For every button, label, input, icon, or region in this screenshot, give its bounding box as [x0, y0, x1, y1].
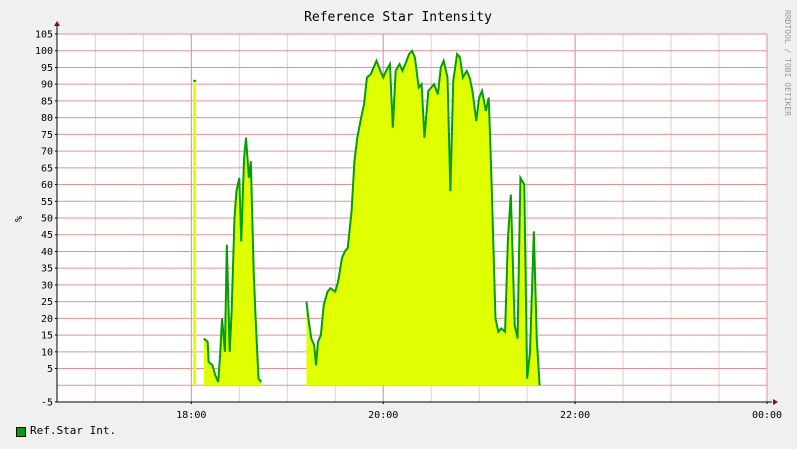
y-tick-label: 75 — [41, 130, 53, 141]
y-tick-labels: 1051009590858075706560555045403530252015… — [35, 30, 57, 409]
area-segment — [193, 80, 197, 386]
x-tick-label: 22:00 — [560, 410, 590, 421]
x-tick-labels: 18:00 20:00 22:00 00:00 — [176, 402, 782, 421]
y-tick-label: 5 — [47, 364, 53, 375]
y-tick-label: 60 — [41, 180, 53, 191]
y-tick-label: 40 — [41, 247, 53, 258]
chart-title: Reference Star Intensity — [304, 10, 492, 25]
y-tick-label: 50 — [41, 214, 53, 225]
y-tick-label: 65 — [41, 163, 53, 174]
y-tick-label: 105 — [35, 30, 53, 41]
x-tick-label: 20:00 — [368, 410, 398, 421]
y-tick-label: 55 — [41, 197, 53, 208]
y-tick-label: 80 — [41, 113, 53, 124]
x-tick-label: 18:00 — [176, 410, 206, 421]
y-tick-label: 85 — [41, 96, 53, 107]
x-tick-label: 00:00 — [752, 410, 782, 421]
y-tick-label: 30 — [41, 280, 53, 291]
legend-label: Ref.Star Int. — [30, 424, 117, 437]
rrdtool-credit: RRDTOOL / TOBI OETIKER — [783, 10, 792, 116]
y-tick-label: 15 — [41, 331, 53, 342]
y-tick-label: 95 — [41, 63, 53, 74]
legend-swatch — [16, 427, 26, 437]
x-axis-arrow — [773, 399, 778, 405]
y-tick-label: 25 — [41, 297, 53, 308]
y-tick-label: 20 — [41, 314, 53, 325]
y-tick-label: 10 — [41, 347, 53, 358]
y-tick-label: 35 — [41, 264, 53, 275]
y-tick-label: 100 — [35, 46, 53, 57]
y-axis-label: % — [12, 216, 23, 222]
chart: 1051009590858075706560555045403530252015… — [12, 10, 792, 421]
y-tick-label: 45 — [41, 230, 53, 241]
y-tick-label: 90 — [41, 80, 53, 91]
y-tick-label: -5 — [41, 398, 53, 409]
y-tick-label: 70 — [41, 147, 53, 158]
y-axis-arrow — [54, 21, 60, 26]
